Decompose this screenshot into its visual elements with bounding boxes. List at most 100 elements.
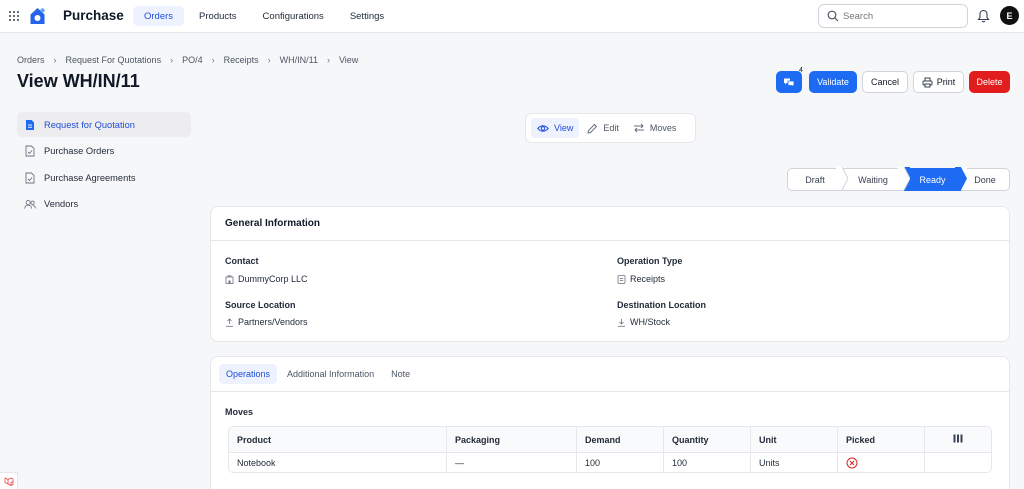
breadcrumb-receipts[interactable]: Receipts — [224, 55, 259, 65]
status-step-waiting[interactable]: Waiting — [842, 168, 904, 191]
status-step-ready[interactable]: Ready — [904, 168, 961, 191]
view-mode-label: Edit — [603, 123, 619, 133]
contact-value-text: DummyCorp LLC — [238, 274, 308, 284]
cell-packaging: — — [447, 453, 577, 472]
chevron-right-icon: › — [326, 55, 330, 65]
cell-demand: 100 — [577, 453, 664, 472]
printer-icon — [922, 77, 933, 87]
app-title: Purchase — [63, 8, 124, 23]
column-header-packaging[interactable]: Packaging — [447, 427, 577, 453]
breadcrumb-orders[interactable]: Orders — [17, 55, 45, 65]
chatter-button[interactable] — [776, 71, 802, 93]
sidebar-item-purchase-agreements[interactable]: Purchase Agreements — [17, 165, 191, 190]
cell-product: Notebook — [229, 453, 447, 472]
tabs-divider — [211, 391, 1009, 392]
not-picked-x-circle-icon[interactable] — [846, 457, 858, 469]
contact-label: Contact — [225, 256, 259, 266]
status-step-done[interactable]: Done — [961, 168, 1010, 191]
cell-unit: Units — [751, 453, 838, 472]
document-check-icon — [24, 171, 36, 184]
cancel-button[interactable]: Cancel — [862, 71, 908, 93]
status-step-label: Draft — [805, 174, 825, 185]
cell-quantity: 100 — [664, 453, 751, 472]
column-header-product[interactable]: Product — [229, 427, 447, 453]
operation-type-value: Receipts — [617, 274, 665, 284]
search-input[interactable] — [843, 10, 953, 22]
column-header-demand[interactable]: Demand — [577, 427, 664, 453]
breadcrumb: Orders › Request For Quotations › PO/4 ›… — [17, 55, 358, 65]
status-step-label: Done — [974, 174, 996, 185]
user-avatar[interactable]: E — [1000, 6, 1019, 25]
notification-bell-icon[interactable] — [977, 9, 990, 23]
chevron-right-icon: › — [267, 55, 271, 65]
sidebar-item-request-for-quotation[interactable]: Request for Quotation — [17, 112, 191, 137]
validate-button[interactable]: Validate — [809, 71, 857, 93]
table-row[interactable]: Notebook — 100 100 Units — [229, 453, 991, 472]
step-separator-icon — [898, 167, 910, 190]
sidebar-item-vendors[interactable]: Vendors — [17, 192, 191, 217]
delete-button[interactable]: Delete — [969, 71, 1010, 93]
breadcrumb-record[interactable]: WH/IN/11 — [280, 55, 318, 65]
chatter-count-badge: 4 — [799, 67, 803, 74]
top-bar: Purchase Orders Products Configurations … — [0, 0, 1024, 33]
destination-location-value: WH/Stock — [617, 317, 670, 327]
cell-picked — [838, 453, 925, 472]
tab-note[interactable]: Note — [384, 364, 417, 384]
destination-location-value-text: WH/Stock — [630, 317, 671, 327]
breadcrumb-request-for-quotations[interactable]: Request For Quotations — [66, 55, 162, 65]
detail-tabs: Operations Additional Information Note — [219, 364, 417, 384]
status-step-label: Waiting — [858, 174, 888, 185]
document-check-icon — [24, 145, 36, 158]
status-step-draft[interactable]: Draft — [787, 168, 842, 191]
page-title: View WH/IN/11 — [17, 71, 140, 91]
column-settings-button[interactable] — [925, 427, 991, 453]
users-icon — [24, 198, 36, 211]
operation-type-label: Operation Type — [617, 256, 683, 266]
destination-location-label: Destination Location — [617, 300, 707, 310]
column-header-quantity[interactable]: Quantity — [664, 427, 751, 453]
chevron-right-icon: › — [53, 55, 57, 65]
print-button-label: Print — [936, 77, 956, 87]
pencil-icon — [587, 123, 598, 134]
status-step-label: Ready — [919, 174, 946, 185]
nav-products[interactable]: Products — [188, 6, 248, 26]
column-header-unit[interactable]: Unit — [751, 427, 838, 453]
print-button[interactable]: Print — [913, 71, 964, 93]
debug-toolbar-icon[interactable] — [0, 472, 18, 489]
general-information-heading: General Information — [211, 207, 1009, 241]
sidebar-item-label: Purchase Agreements — [44, 172, 136, 183]
nav-settings[interactable]: Settings — [339, 6, 395, 26]
view-mode-switch: View Edit Moves — [525, 113, 696, 143]
view-mode-edit[interactable]: Edit — [581, 118, 625, 138]
contact-value: DummyCorp LLC — [225, 274, 308, 284]
eye-icon — [537, 124, 549, 132]
download-icon — [618, 318, 625, 327]
breadcrumb-view: View — [338, 55, 359, 65]
view-mode-moves[interactable]: Moves — [627, 118, 683, 138]
column-header-picked[interactable]: Picked — [838, 427, 925, 453]
sidebar-item-purchase-orders[interactable]: Purchase Orders — [17, 139, 191, 164]
tab-additional-information[interactable]: Additional Information — [280, 364, 381, 384]
sidebar-item-label: Purchase Orders — [44, 146, 115, 156]
arrows-icon — [633, 123, 644, 133]
upload-icon — [226, 317, 233, 327]
tab-operations[interactable]: Operations — [219, 364, 278, 384]
apps-grid-icon[interactable] — [9, 11, 19, 21]
sidebar-item-label: Vendors — [44, 199, 79, 209]
view-mode-view[interactable]: View — [531, 118, 580, 138]
laravel-logo-icon — [4, 477, 13, 486]
moves-table: Product Packaging Demand Quantity Unit P… — [228, 426, 992, 473]
sidebar: Request for Quotation Purchase Orders Pu… — [17, 112, 191, 218]
nav-orders[interactable]: Orders — [133, 6, 185, 26]
step-separator-icon — [836, 167, 848, 190]
main-nav: Orders Products Configurations Settings — [133, 6, 395, 26]
source-location-value-text: Partners/Vendors — [238, 317, 308, 327]
nav-configurations[interactable]: Configurations — [252, 6, 335, 26]
general-information-card: General Information Contact DummyCorp LL… — [210, 206, 1010, 342]
clipboard-icon — [617, 275, 626, 284]
source-location-label: Source Location — [225, 300, 296, 310]
breadcrumb-po[interactable]: PO/4 — [182, 55, 203, 65]
building-icon — [225, 274, 234, 284]
search-box[interactable] — [818, 4, 968, 28]
app-logo-icon[interactable] — [29, 7, 46, 25]
